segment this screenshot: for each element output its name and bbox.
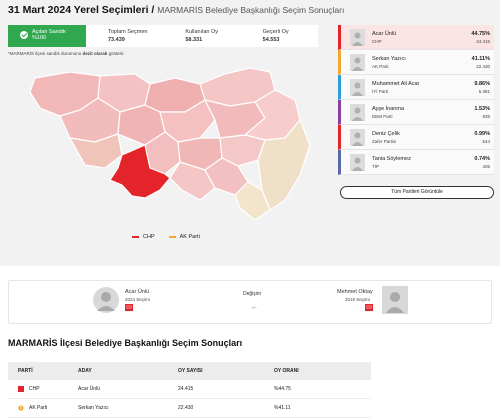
district-map[interactable] [0,50,330,230]
candidate-percent: 0.99% [474,131,490,137]
total-voters-stat: Toplam Seçmen 73.439 [86,25,163,47]
table-cell-votes: 24.415 [178,386,194,392]
page-title-date: 31 Mart 2024 Yerel Seçimleri / [8,4,155,16]
total-voters-label: Toplam Seçmen [108,29,148,35]
candidate-percent: 44.75% [471,31,490,37]
candidate-party: DEM Parti [372,114,393,119]
candidate-party: CHP [372,39,382,44]
candidate-percent: 41.11% [471,56,490,62]
comparison-left-year: 2024 Seçimi [125,297,150,302]
table-cell-candidate: Serkan Yazıcı [78,405,109,411]
chp-logo-icon [125,304,133,311]
results-table-header: PARTİ ADAY OY SAYISI OY ORANI [8,362,371,380]
page-title-subtitle: MARMARİS Belediye Başkanlığı Seçim Sonuç… [157,5,345,15]
change-label: Değişim [243,291,262,297]
col-header-votes: OY SAYISI [178,368,203,374]
candidate-item[interactable]: Muhammet Ali Acar İYİ Parti 9.86% 5.381 [338,75,494,100]
party-name: AK Parti [29,405,48,411]
candidate-name: Tania Söylemez [372,156,411,162]
table-row: CHP Acar Ünlü 24.415 %44.75 [8,380,371,399]
table-cell-rate: %44.75 [274,386,291,392]
opened-boxes-stat: Açılan Sandık %100 [8,25,86,47]
chp-logo-icon [18,386,24,392]
candidate-name: Ayşe İnanma [372,106,405,112]
candidate-votes: 405 [482,164,490,169]
avatar-icon [350,29,365,46]
candidate-item[interactable]: Serkan Yazıcı AK Parti 41.11% 22.430 [338,50,494,75]
candidate-percent: 1.53% [474,106,490,112]
candidate-list: Acar Ünlü CHP 44.75% 24.415 Serkan Yazıcı AK … [338,25,494,175]
total-voters-value: 73.439 [108,37,125,43]
candidate-party: Zafer Partisi [372,139,397,144]
candidate-item[interactable]: Acar Ünlü CHP 44.75% 24.415 [338,25,494,50]
avatar-icon [350,54,365,71]
col-header-party: PARTİ [18,368,33,374]
page-title: 31 Mart 2024 Yerel Seçimleri / MARMARİS … [8,4,344,16]
table-row: AK Parti Serkan Yazıcı 22.430 %41.11 [8,399,371,418]
valid-votes-value: 54.553 [262,37,280,43]
legend-item-akp: AK Parti [168,234,200,240]
col-header-candidate: ADAY [78,368,92,374]
candidate-item[interactable]: Ayşe İnanma DEM Parti 1.53% 835 [338,100,494,125]
col-header-rate: OY ORANI [274,368,299,374]
table-cell-candidate: Acar Ünlü [78,386,100,392]
opened-boxes-value: %100 [32,35,47,41]
results-section-title: MARMARİS İlçesi Belediye Başkanlığı Seçi… [8,338,243,348]
comparison-right-name: Mehmet Oktay [337,289,373,295]
candidate-name: Deniz Çelik [372,131,400,137]
comparison-right-year: 2019 Seçimi [345,297,370,302]
check-icon [20,31,28,39]
candidate-name: Muhammet Ali Acar [372,81,420,87]
candidate-item[interactable]: Tania Söylemez TİP 0.74% 405 [338,150,494,175]
akp-logo-icon [18,405,24,411]
candidate-name: Acar Ünlü [372,31,397,37]
candidate-party: TİP [372,164,380,169]
used-votes-label: Kullanılan Oy [185,29,219,35]
candidate-votes: 544 [482,139,490,144]
stats-bar: Açılan Sandık %100 Toplam Seçmen 73.439 … [8,25,318,47]
legend-swatch-akp [168,236,176,238]
map-legend: CHP AK Parti [132,234,200,240]
used-votes-stat: Kullanılan Oy 58.331 [163,25,240,47]
candidate-item[interactable]: Deniz Çelik Zafer Partisi 0.99% 544 [338,125,494,150]
results-table: PARTİ ADAY OY SAYISI OY ORANI CHP Acar Ü… [8,362,371,418]
candidate-party: AK Parti [372,64,389,69]
legend-item-chp: CHP [132,234,155,240]
candidate-votes: 24.415 [476,39,490,44]
comparison-card: Acar Ünlü 2024 Seçimi Değişim ← Mehmet O… [8,280,492,324]
avatar-icon [350,79,365,96]
table-cell-rate: %41.11 [274,405,291,411]
candidate-votes: 5.381 [478,89,490,94]
candidate-votes: 22.430 [476,64,490,69]
candidate-percent: 9.86% [474,81,490,87]
avatar-icon [350,104,365,121]
arrow-left-icon: ← [251,304,258,311]
valid-votes-stat: Geçerli Oy 54.553 [241,25,318,47]
avatar-left [93,287,119,313]
candidate-percent: 0.74% [474,156,490,162]
candidate-name: Serkan Yazıcı [372,56,406,62]
valid-votes-label: Geçerli Oy [262,29,289,35]
avatar-icon [350,129,365,146]
table-cell-votes: 22.430 [178,405,194,411]
results-panel: 31 Mart 2024 Yerel Seçimleri / MARMARİS … [0,0,500,266]
party-name: CHP [29,386,40,392]
legend-label-chp: CHP [143,234,155,240]
candidate-votes: 835 [482,114,490,119]
legend-label-akp: AK Parti [179,234,200,240]
table-cell-party: AK Parti [8,405,78,411]
comparison-left-name: Acar Ünlü [125,289,150,295]
chp-logo-icon [365,304,373,311]
all-parties-button[interactable]: Tüm Partileri Görüntüle [340,186,494,199]
avatar-right [382,286,408,314]
used-votes-value: 58.331 [185,37,203,43]
avatar-icon [350,154,365,171]
candidate-party: İYİ Parti [372,89,389,94]
table-cell-party: CHP [8,386,78,392]
legend-swatch-chp [132,236,139,238]
